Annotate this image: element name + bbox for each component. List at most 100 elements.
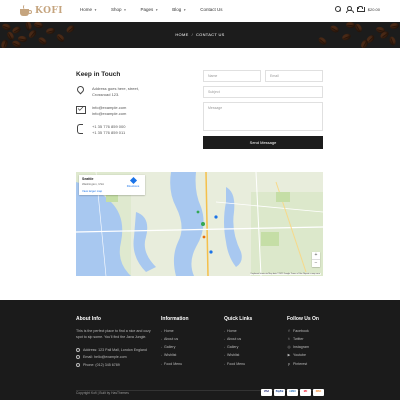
zoom-in-button[interactable]: +	[312, 252, 320, 259]
footer-email: Email: hello@example.com	[76, 355, 127, 359]
site-header: KOFI Home ▼ Shop ▼ Pages ▼ Blog ▼ Contact Us…	[0, 0, 400, 22]
chevron-right-icon: ›	[224, 345, 225, 349]
footer-follow-title: Follow Us On	[287, 316, 319, 322]
map-attribution: Keyboard shortcuts Map data ©2022 Google…	[249, 273, 321, 275]
view-larger-map-link[interactable]: View larger map	[82, 189, 142, 193]
chevron-down-icon: ▼	[94, 7, 97, 12]
pinterest-icon: p	[288, 362, 290, 366]
header-actions: $20.00	[334, 6, 380, 13]
search-icon[interactable]	[334, 6, 341, 12]
facebook-icon: f	[288, 329, 290, 333]
footer-info-link[interactable]: › Food Menu	[161, 362, 182, 366]
phone-icon	[76, 124, 84, 134]
contact-email: info@example.com info@example.com	[76, 105, 126, 116]
name-input[interactable]	[203, 70, 261, 82]
phone-link-2[interactable]: +1 35 776 859 011	[92, 130, 125, 136]
nav-item-blog[interactable]: Blog ▼	[172, 7, 186, 12]
amex-icon: AMEX	[287, 389, 298, 396]
discover-icon: DISC	[313, 389, 324, 396]
directions-button[interactable]: Directions	[125, 176, 141, 188]
youtube-icon: ▶	[287, 353, 291, 357]
email-link-2[interactable]: info@example.com	[92, 111, 126, 117]
main-nav: Home ▼ Shop ▼ Pages ▼ Blog ▼ Contact Us	[80, 7, 237, 12]
chevron-down-icon: ▼	[155, 7, 159, 12]
phone-link-1[interactable]: +1 35 776 859 000	[92, 124, 125, 130]
chevron-right-icon: ›	[224, 362, 225, 366]
chevron-right-icon: ›	[161, 337, 162, 341]
cart-amount[interactable]: $20.00	[368, 7, 380, 12]
footer-quick-link[interactable]: › Gallery	[224, 345, 238, 349]
visa-icon: VISA	[261, 389, 272, 396]
footer-quick-links-title: Quick Links	[224, 316, 253, 322]
chevron-down-icon: ▼	[183, 7, 187, 12]
social-link-facebook[interactable]: f Facebook	[287, 329, 309, 333]
copyright-text: Copyright Kofi | Built by HasThemes	[76, 391, 129, 395]
chevron-down-icon: ▼	[123, 7, 127, 12]
social-link-instagram[interactable]: ◎ Instagram	[287, 345, 309, 349]
footer-quick-link[interactable]: › Food Menu	[224, 362, 245, 366]
paypal-icon: PayPal	[274, 389, 285, 396]
nav-item-home[interactable]: Home ▼	[80, 7, 97, 12]
nav-item-shop[interactable]: Shop ▼	[111, 7, 127, 12]
social-link-twitter[interactable]: t Twitter	[287, 337, 304, 341]
address-line-1: Address goes here, street,	[92, 86, 139, 91]
send-message-button[interactable]: Send Message	[203, 136, 323, 149]
payment-methods: VISA PayPal AMEX MC DISC	[261, 389, 324, 396]
google-map[interactable]: Seattle Washington, USA View larger map …	[76, 172, 323, 276]
mail-icon	[76, 105, 86, 114]
footer-info-link[interactable]: › Home	[161, 329, 174, 333]
footer-information-title: Information	[161, 316, 189, 322]
contact-address: Address goes here, street, Crossroad 123…	[76, 86, 139, 97]
email-input[interactable]	[265, 70, 323, 82]
map-zoom-control: + −	[312, 252, 320, 267]
breadcrumb-home[interactable]: HOME	[175, 32, 188, 37]
location-pin-icon	[76, 86, 84, 94]
chevron-right-icon: ›	[224, 353, 225, 357]
email-link-1[interactable]: info@example.com	[92, 105, 126, 111]
footer-address: Address: 123 Pall Mall, London England	[76, 348, 147, 352]
coffee-cup-icon	[20, 5, 33, 17]
site-footer: About Info This is the perfect place to …	[0, 300, 400, 400]
cart-icon[interactable]	[356, 6, 365, 12]
logo-text: KOFI	[35, 6, 64, 16]
nav-item-pages[interactable]: Pages ▼	[141, 7, 159, 12]
breadcrumb-current: CONTACT US	[195, 32, 225, 37]
social-link-youtube[interactable]: ▶ Youtube	[287, 353, 306, 357]
site-logo[interactable]: KOFI	[20, 5, 63, 17]
footer-about-title: About Info	[76, 316, 101, 322]
footer-quick-link[interactable]: › Wishlist	[224, 353, 239, 357]
chevron-right-icon: ›	[161, 329, 162, 333]
location-icon	[76, 348, 80, 352]
footer-phone: Phone: (012) 345 6789	[76, 363, 120, 367]
breadcrumb-separator: /	[191, 32, 193, 37]
map-place-card: Seattle Washington, USA View larger map …	[79, 175, 145, 195]
chevron-right-icon: ›	[224, 329, 225, 333]
chevron-right-icon: ›	[161, 353, 162, 357]
instagram-icon: ◎	[287, 345, 291, 349]
footer-info-link[interactable]: › Gallery	[161, 345, 175, 349]
nav-item-contact[interactable]: Contact Us	[200, 7, 222, 12]
social-link-pinterest[interactable]: p Pinterest	[287, 362, 307, 366]
contact-title: Keep in Touch	[76, 71, 121, 78]
directions-icon	[129, 176, 137, 185]
user-icon[interactable]	[345, 6, 354, 13]
chevron-right-icon: ›	[161, 362, 162, 366]
twitter-icon: t	[288, 337, 290, 341]
footer-about-text: This is the perfect place to find a nice…	[76, 329, 151, 339]
footer-info-link[interactable]: › Wishlist	[161, 353, 176, 357]
footer-quick-link[interactable]: › About us	[224, 337, 241, 341]
page-banner: HOME / CONTACT US	[0, 22, 400, 48]
mail-icon	[76, 355, 80, 359]
phone-icon	[76, 363, 80, 367]
chevron-right-icon: ›	[224, 337, 225, 341]
breadcrumb: HOME / CONTACT US	[0, 32, 400, 37]
mastercard-icon: MC	[300, 389, 311, 396]
subject-input[interactable]	[203, 86, 323, 98]
chevron-right-icon: ›	[161, 345, 162, 349]
footer-quick-link[interactable]: › Home	[224, 329, 237, 333]
address-line-2: Crossroad 123.	[92, 91, 120, 97]
zoom-out-button[interactable]: −	[312, 259, 320, 267]
contact-phone: +1 35 776 859 000 +1 35 776 859 011	[76, 124, 125, 135]
message-textarea[interactable]	[203, 102, 323, 131]
footer-info-link[interactable]: › About us	[161, 337, 178, 341]
